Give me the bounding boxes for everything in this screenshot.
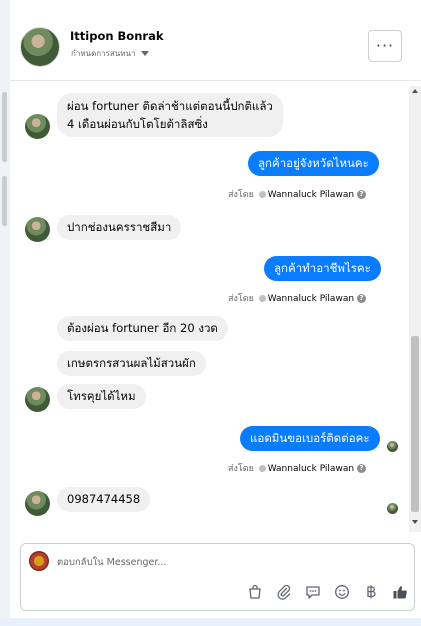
message-text: ผ่อน fortuner ติดล่าช้าแต่ตอนนี้ปกติแล้ว [67,99,273,113]
sent-by-prefix: ส่งโดย [228,190,254,200]
message-bubble-incoming[interactable]: ผ่อน fortuner ติดล่าช้าแต่ตอนนี้ปกติแล้ว… [57,93,283,137]
page-avatar-icon [29,551,49,571]
bag-icon[interactable] [245,582,265,602]
bottom-strip [0,618,421,626]
sender-avatar [25,387,50,412]
help-icon[interactable]: ? [357,190,367,199]
scroll-down-icon[interactable] [412,520,418,524]
sent-by-prefix: ส่งโดย [228,464,254,474]
message-bubble-outgoing[interactable]: แอดมินขอเบอร์ติดต่อคะ [240,426,380,451]
sender-name[interactable]: Wannaluck Pilawan [268,294,354,304]
sender-avatar [25,491,50,516]
help-icon[interactable]: ? [357,294,367,303]
message-text: 0987474458 [67,492,141,506]
sender-avatar [25,114,50,139]
message-bubble-incoming[interactable]: เกษตรกรสวนผลไม้สวนผัก [57,351,206,376]
message-text: ลูกค้าทำอาชีพไรคะ [274,261,371,275]
thread-scrollbar[interactable] [409,86,421,532]
message-text: ต้องผ่อน fortuner อีก 20 งวด [67,321,218,335]
verified-dot-icon [258,295,266,302]
read-receipt-avatar [387,441,398,452]
more-options-button[interactable]: ··· [368,30,402,62]
message-bubble-incoming[interactable]: โทรคุยได้ไหม [57,384,146,409]
message-text: แอดมินขอเบอร์ติดต่อคะ [250,431,370,445]
scrollbar-thumb[interactable] [411,336,419,512]
quick-reply-icon[interactable] [303,582,323,602]
like-icon[interactable] [390,582,410,602]
message-text: ลูกค้าอยู่จังหวัดไหนคะ [258,156,369,170]
sender-name[interactable]: Wannaluck Pilawan [268,464,354,474]
message-thread[interactable]: ผ่อน fortuner ติดล่าช้าแต่ตอนนี้ปกติแล้ว… [10,81,421,531]
message-text: โทรคุยได้ไหม [67,389,136,403]
message-bubble-incoming[interactable]: ปากช่องนครราชสีมา [57,215,182,240]
message-bubble-incoming[interactable]: ต้องผ่อน fortuner อีก 20 งวด [57,316,228,341]
attachment-icon[interactable] [274,582,294,602]
message-bubble-incoming[interactable]: 0987474458 [57,487,151,512]
emoji-icon[interactable] [332,582,352,602]
message-bubble-outgoing[interactable]: ลูกค้าอยู่จังหวัดไหนคะ [248,151,379,176]
verified-dot-icon [258,191,266,198]
help-icon[interactable]: ? [357,464,367,473]
more-dots-icon: ··· [375,36,395,55]
baht-icon[interactable] [361,582,381,602]
message-text: 4 เดือนผ่อนกับโตโยต้าลิสซิ่ง [67,117,208,131]
reply-composer [20,543,415,611]
caret-down-icon [140,51,149,56]
sent-by-label: ส่งโดย Wannaluck Pilawan? [228,187,367,201]
composer-toolbar [245,582,410,602]
messenger-panel: Ittipon Bonrak กำหนดการสนทนา ··· ผ่อน fo… [0,0,421,626]
conversation-settings-label: กำหนดการสนทนา [71,49,136,58]
scroll-up-icon[interactable] [412,89,418,93]
read-receipt-avatar [387,503,398,514]
sender-avatar [25,217,50,242]
sent-by-label: ส่งโดย Wannaluck Pilawan? [228,291,367,305]
reply-input[interactable] [57,554,387,570]
message-text: ปากช่องนครราชสีมา [67,220,172,234]
message-text: เกษตรกรสวนผลไม้สวนผัก [67,356,196,370]
conversation-settings-dropdown[interactable]: กำหนดการสนทนา [71,47,149,60]
contact-name[interactable]: Ittipon Bonrak [70,29,163,43]
message-bubble-outgoing[interactable]: ลูกค้าทำอาชีพไรคะ [264,256,381,281]
sent-by-prefix: ส่งโดย [228,294,254,304]
conversation-header: Ittipon Bonrak กำหนดการสนทนา ··· [10,12,421,81]
contact-avatar[interactable] [20,27,60,67]
sent-by-label: ส่งโดย Wannaluck Pilawan? [228,461,367,475]
left-edge-scrollbar [0,0,10,626]
verified-dot-icon [258,465,266,472]
sender-name[interactable]: Wannaluck Pilawan [268,190,354,200]
